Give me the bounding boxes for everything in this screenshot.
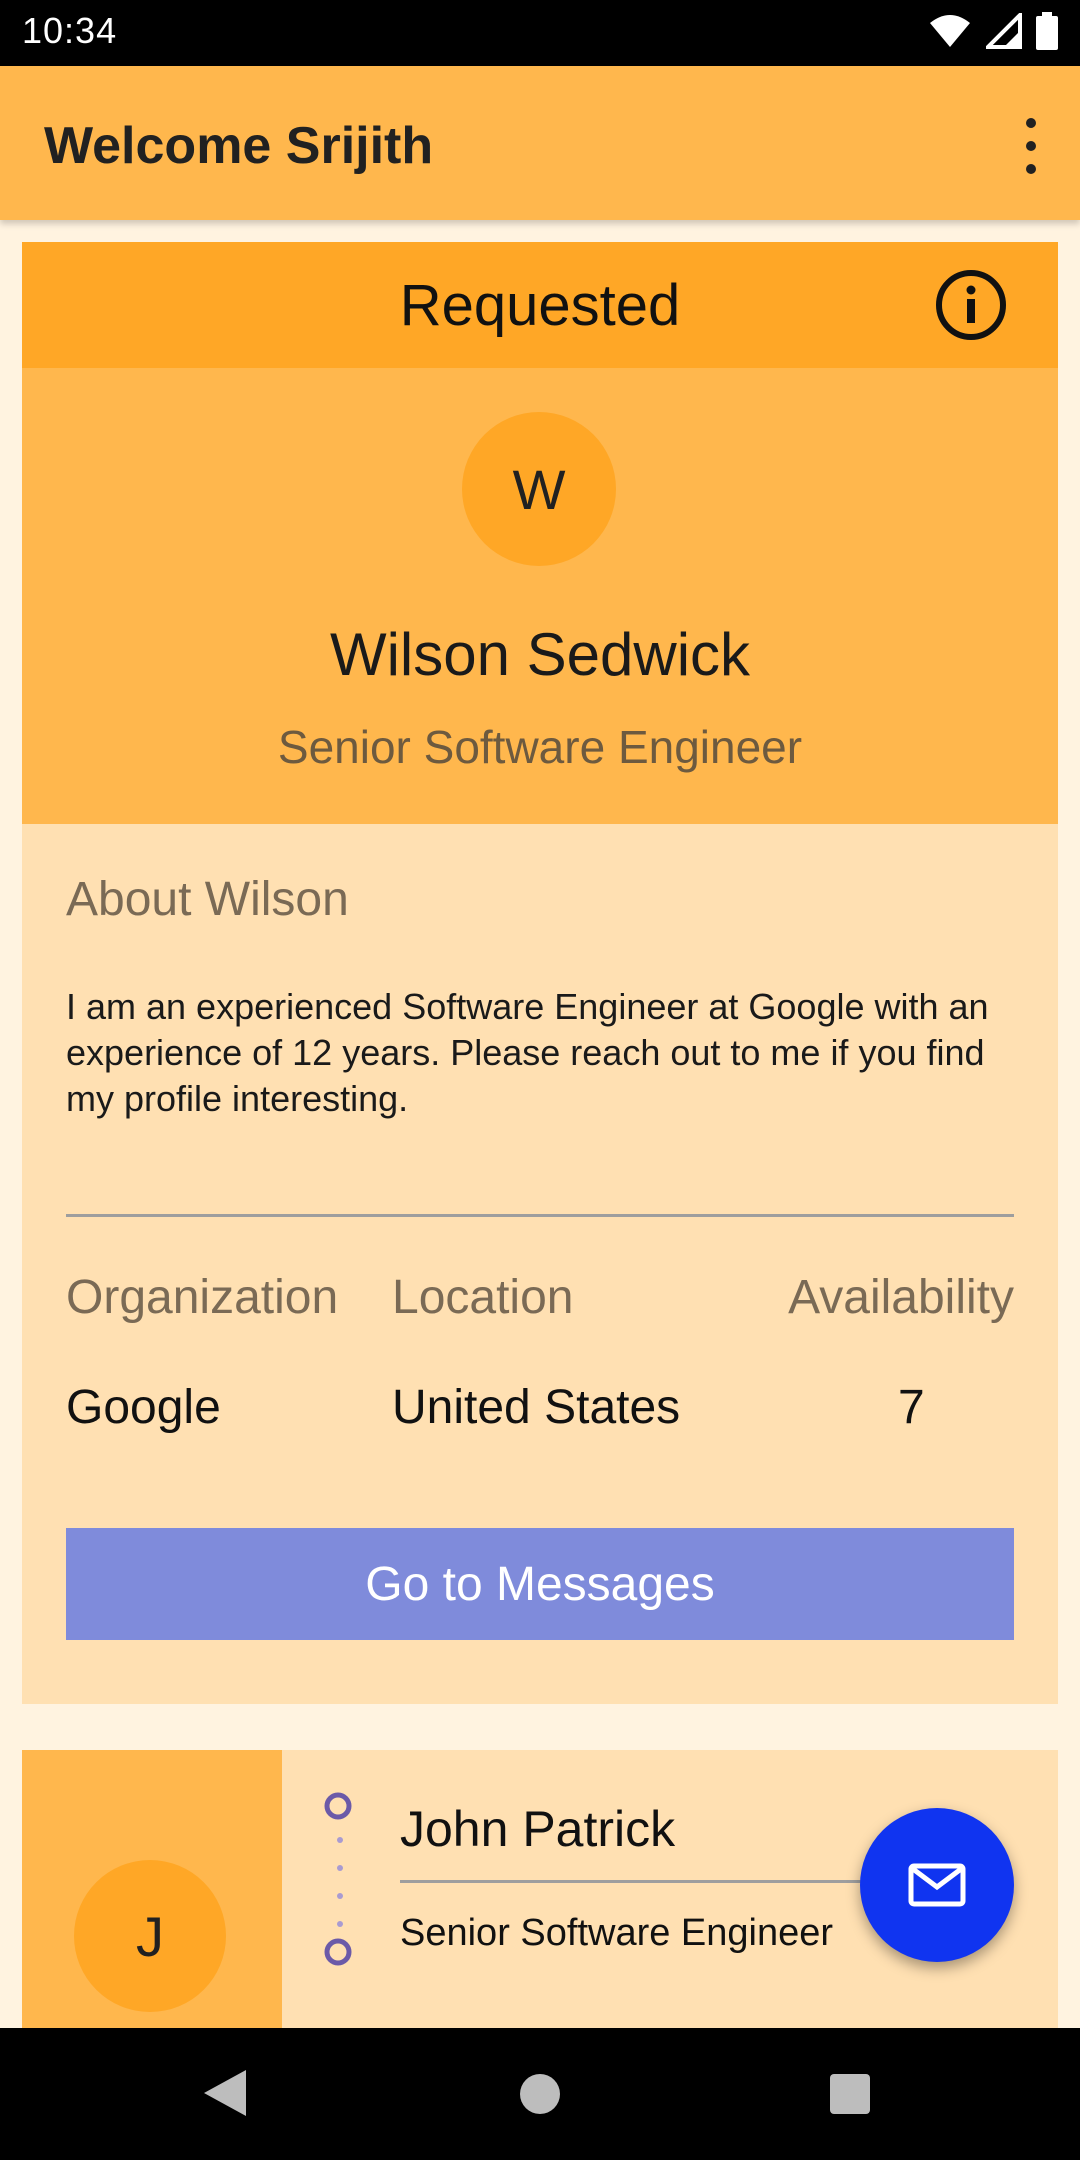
availability-value: 7 xyxy=(898,1381,925,1434)
status-time: 10:34 xyxy=(22,10,118,51)
location-label: Location xyxy=(392,1271,574,1324)
card-avatar-panel: J xyxy=(22,1750,282,2030)
about-title: About Wilson xyxy=(66,873,349,926)
avatar: W xyxy=(462,412,616,566)
profile-role: Senior Software Engineer xyxy=(277,721,803,773)
profile-header: W Wilson Sedwick Senior Software Enginee… xyxy=(22,368,1058,824)
timeline-icon xyxy=(324,1792,352,1966)
mentor-card-requested: Requested W Wilson Sedwick Senior Softwa… xyxy=(22,242,1058,1704)
status-bar: 10:34 xyxy=(0,0,1080,66)
recents-icon[interactable] xyxy=(830,2074,870,2114)
organization-value: Google xyxy=(66,1381,221,1434)
mentor-name: John Patrick xyxy=(400,1801,676,1857)
info-icon[interactable] xyxy=(934,268,1008,342)
avatar: J xyxy=(74,1860,226,2012)
divider xyxy=(66,1214,1014,1217)
system-nav-bar xyxy=(0,2028,1080,2160)
divider xyxy=(400,1880,940,1883)
about-text: I am an experienced Software Engineer at… xyxy=(66,986,989,1119)
request-status-label: Requested xyxy=(399,273,681,338)
signal-icon xyxy=(986,13,1022,49)
status-icons xyxy=(928,12,1058,50)
home-icon[interactable] xyxy=(520,2074,560,2114)
app-bar: Welcome Srijith xyxy=(0,66,1080,220)
compose-message-button[interactable] xyxy=(860,1808,1014,1962)
more-vert-icon[interactable] xyxy=(1016,118,1046,174)
organization-label: Organization xyxy=(66,1271,339,1324)
mentor-role: Senior Software Engineer xyxy=(400,1912,834,1954)
battery-icon xyxy=(1036,12,1058,50)
app-title: Welcome Srijith xyxy=(44,117,434,175)
card-status-header: Requested xyxy=(22,242,1058,368)
go-to-messages-button[interactable]: Go to Messages xyxy=(66,1528,1014,1640)
location-value: United States xyxy=(392,1381,681,1434)
availability-label: Availability xyxy=(788,1271,1014,1324)
profile-name: Wilson Sedwick xyxy=(329,621,751,688)
mail-icon xyxy=(908,1863,966,1907)
back-icon[interactable] xyxy=(202,2068,248,2118)
wifi-icon xyxy=(930,15,970,47)
